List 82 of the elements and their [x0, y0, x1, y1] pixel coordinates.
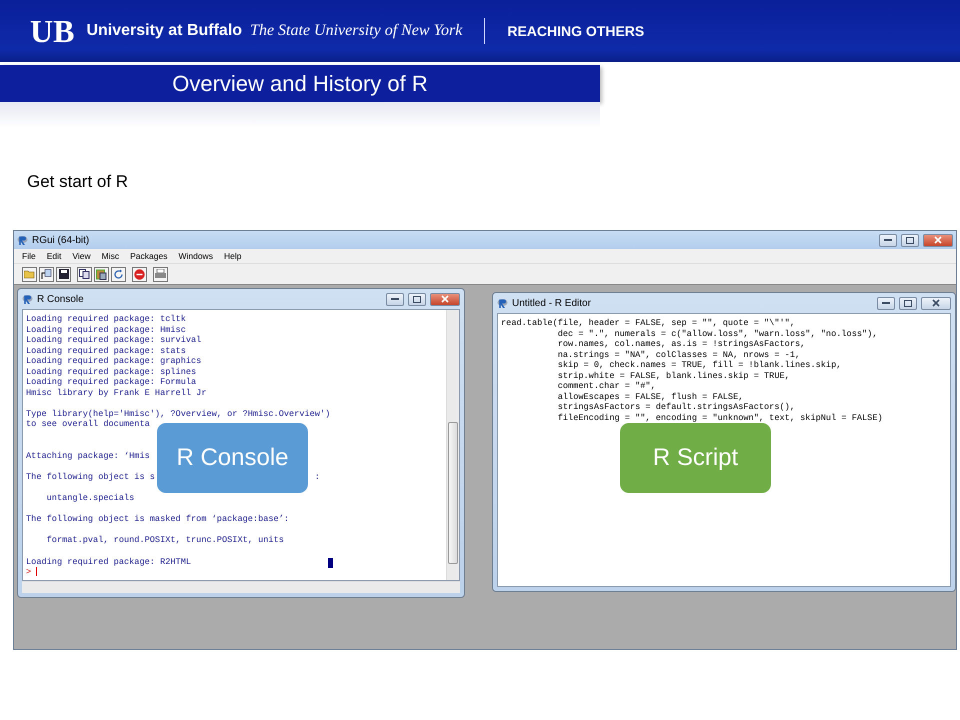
code-line: dec = ".", numerals = c("allow.loss", "warn.loss", "no.loss"),: [556, 328, 878, 339]
maximize-icon: [906, 236, 914, 244]
text-cursor: [36, 567, 38, 576]
maximize-icon: [413, 296, 422, 302]
menu-item[interactable]: Packages: [130, 251, 168, 261]
code-line: na.strings = "NA", colClasses = NA, nrows = -1,: [556, 350, 800, 360]
close-icon: [934, 236, 942, 244]
folder-icon: [24, 270, 35, 278]
console-line: Loading required package: Hmisc: [26, 324, 186, 335]
code-line: stringsAsFactors = default.stringsAsFactors(),: [556, 402, 795, 412]
minimize-icon: [884, 238, 892, 242]
menu-item[interactable]: View: [72, 251, 91, 261]
vertical-scrollbar[interactable]: [446, 310, 460, 580]
menu-item[interactable]: Misc: [102, 251, 120, 261]
maximize-button[interactable]: [899, 296, 917, 310]
stop-sign-icon: [134, 268, 145, 280]
console-line: Loading required package: tcltk: [26, 314, 186, 324]
maximize-button[interactable]: [901, 234, 919, 246]
close-button[interactable]: [921, 296, 951, 310]
callout-label: R Console: [157, 423, 308, 493]
toolbar-button[interactable]: [39, 266, 54, 282]
code-line: row.names, col.names, as.is = !stringsAsFactors,: [556, 339, 806, 350]
console-line: Loading required package: survival: [26, 335, 202, 346]
console-line: Type library(help='Hmisc'), ?Overview, or ?Hmisc.Overview'): [26, 408, 330, 419]
minimize-icon: [391, 297, 400, 301]
toolbar-button[interactable]: [56, 266, 71, 282]
code-line: strip.white = FALSE, blank.lines.skip = TRUE,: [556, 370, 790, 381]
editor-title: Untitled - R Editor: [512, 298, 591, 308]
slide-title: Overview and History of R: [0, 65, 600, 102]
console-line: format.pval, round.POSIXt, trunc.POSIXt, units: [46, 535, 284, 546]
r-logo-icon: [497, 298, 508, 308]
console-line: The following object is s: [26, 472, 155, 482]
code-line: fileEncoding = "", encoding = "unknown", text, skipNul = FALSE): [556, 412, 883, 423]
slide-subtitle: Get start of R: [27, 172, 130, 192]
minimize-icon: [882, 301, 890, 305]
console-prompt: >: [26, 567, 32, 578]
university-logo: UB: [30, 15, 74, 47]
clipboard-icon: [96, 268, 107, 280]
callout-label: R Script: [620, 423, 771, 493]
console-line: Hmisc library by Frank E Harrell Jr: [26, 388, 206, 398]
document-arrow-icon: [41, 268, 52, 280]
code-line: skip = 0, check.names = TRUE, fill = !blank.lines.skip,: [556, 360, 842, 370]
system-name: The State University of New York: [250, 22, 462, 40]
code-line: allowEscapes = FALSE, flush = FALSE,: [556, 392, 744, 402]
code-line: comment.char = "#",: [556, 381, 656, 392]
close-button[interactable]: [923, 234, 953, 246]
console-line: to see overall documenta: [26, 419, 150, 430]
console-line: Loading required package: stats: [26, 346, 186, 356]
menu-item[interactable]: Edit: [46, 251, 62, 261]
horizontal-scrollbar[interactable]: [22, 581, 460, 593]
console-line: Loading required package: graphics: [26, 356, 202, 366]
minimize-button[interactable]: [877, 296, 895, 310]
console-line: :: [314, 472, 320, 483]
r-logo-icon: [22, 294, 33, 304]
university-name: University at Buffalo: [86, 22, 242, 40]
menu-item[interactable]: Help: [224, 251, 242, 261]
close-icon: [932, 299, 940, 307]
close-button[interactable]: [430, 292, 460, 306]
toolbar-button[interactable]: [94, 266, 109, 282]
minimize-button[interactable]: [386, 292, 404, 306]
tagline: REACHING OTHERS: [507, 23, 644, 39]
close-icon: [441, 295, 450, 303]
console-line: Loading required package: R2HTML: [26, 556, 192, 567]
console-title: R Console: [37, 294, 84, 304]
menu-item[interactable]: Windows: [178, 251, 213, 261]
printer-icon: [155, 269, 166, 279]
console-line: Loading required package: Formula: [26, 377, 196, 388]
console-line: Attaching package: ‘Hmis: [26, 451, 150, 462]
window-title: RGui (64-bit): [32, 234, 90, 246]
console-line: The following object is masked from ‘package:base’:: [26, 514, 290, 524]
console-line: Loading required package: splines: [26, 366, 196, 377]
menu-item[interactable]: File: [22, 251, 36, 261]
maximize-button[interactable]: [408, 292, 426, 306]
maximize-icon: [904, 300, 912, 306]
toolbar-button[interactable]: [77, 266, 92, 282]
r-logo-icon: [17, 234, 28, 246]
copy-icon: [79, 269, 90, 279]
minimize-button[interactable]: [879, 234, 897, 246]
code-line: read.table(file, header = FALSE, sep = "", quote = "\"'",: [501, 318, 795, 328]
console-line: untangle.specials: [46, 493, 134, 504]
refresh-icon: [113, 268, 124, 280]
cursor-block: [328, 558, 333, 568]
